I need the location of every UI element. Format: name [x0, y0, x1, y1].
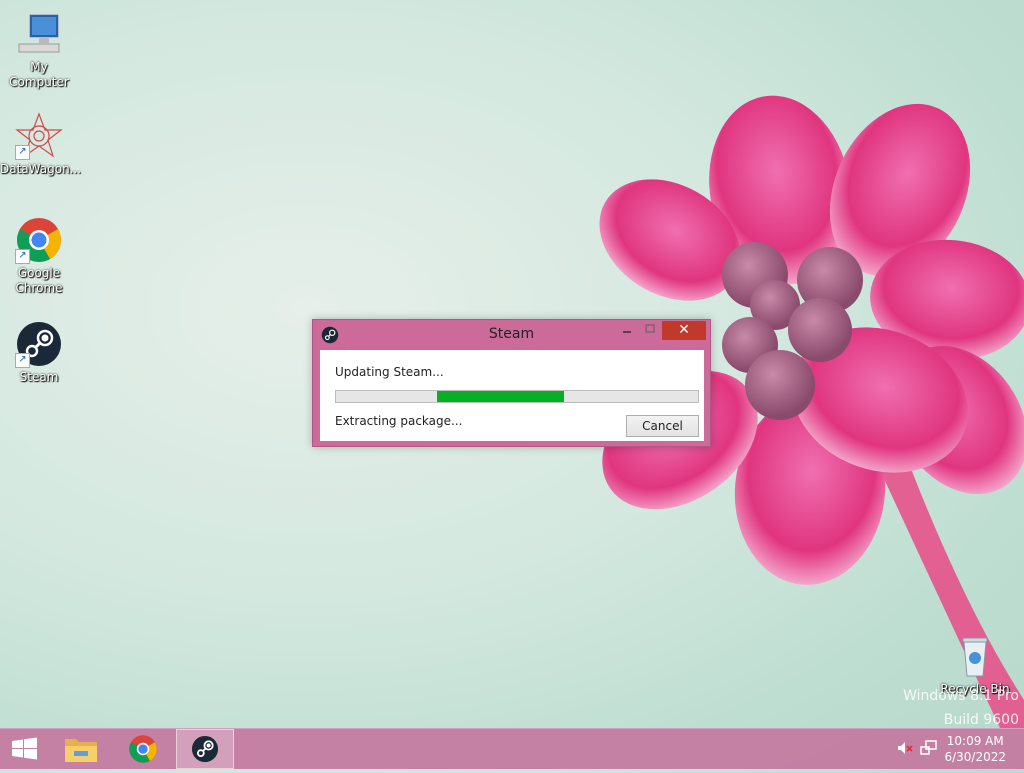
windows-watermark: Windows 8.1 Pro Build 9600 [903, 684, 1019, 732]
steam-icon: ↗ [15, 320, 63, 368]
start-button[interactable] [0, 729, 58, 769]
watermark-edition: Windows 8.1 Pro [903, 688, 1019, 704]
windows-start-icon [12, 737, 37, 760]
minimize-button[interactable] [616, 321, 638, 340]
desktop-icon-my-computer[interactable]: My Computer [0, 10, 78, 90]
computer-icon [15, 10, 63, 58]
clock-date: 6/30/2022 [944, 750, 1006, 764]
shortcut-arrow-icon: ↗ [15, 353, 30, 368]
datawagon-icon: ↗ [15, 112, 63, 160]
system-clock[interactable]: 10:09 AM 6/30/2022 [944, 733, 1006, 765]
title-bar[interactable]: Steam ✕ [313, 320, 710, 350]
shortcut-arrow-icon: ↗ [15, 249, 30, 264]
minimize-icon [623, 331, 631, 333]
chrome-icon: ↗ [15, 216, 63, 264]
progress-detail-text: Extracting package... [335, 414, 463, 428]
cancel-button[interactable]: Cancel [626, 415, 699, 437]
taskbar-file-explorer[interactable] [52, 729, 110, 769]
taskbar: 10:09 AM 6/30/2022 [0, 728, 1024, 769]
recycle-bin-icon [951, 632, 999, 680]
update-status-text: Updating Steam... [335, 365, 444, 379]
steam-icon [191, 735, 219, 763]
desktop-icon-google-chrome[interactable]: ↗ Google Chrome [0, 216, 78, 296]
steam-update-dialog: Steam ✕ Updating Steam... Extracting pac… [312, 319, 711, 447]
maximize-button[interactable] [639, 321, 661, 340]
close-icon: ✕ [678, 322, 690, 338]
maximize-icon [645, 324, 655, 333]
close-button[interactable]: ✕ [662, 321, 706, 340]
desktop-icon-datawagon[interactable]: ↗ DataWagon... [0, 112, 82, 177]
progress-fill [437, 391, 565, 402]
desktop-icon-label: Google Chrome [15, 266, 63, 295]
taskbar-steam[interactable] [176, 729, 234, 769]
dialog-content: Updating Steam... Extracting package... … [320, 350, 704, 441]
chrome-icon [129, 735, 157, 763]
desktop-icon-label: Steam [19, 370, 59, 384]
file-explorer-icon [65, 739, 97, 762]
desktop-icon-label: My Computer [9, 60, 69, 89]
taskbar-chrome[interactable] [114, 729, 172, 769]
shortcut-arrow-icon: ↗ [15, 145, 30, 160]
desktop-icon-steam[interactable]: ↗ Steam [0, 320, 78, 385]
network-icon[interactable] [920, 739, 938, 757]
volume-muted-icon[interactable] [896, 739, 914, 757]
progress-bar [335, 390, 699, 403]
clock-time: 10:09 AM [946, 734, 1004, 748]
desktop-icon-label: DataWagon... [0, 162, 82, 176]
